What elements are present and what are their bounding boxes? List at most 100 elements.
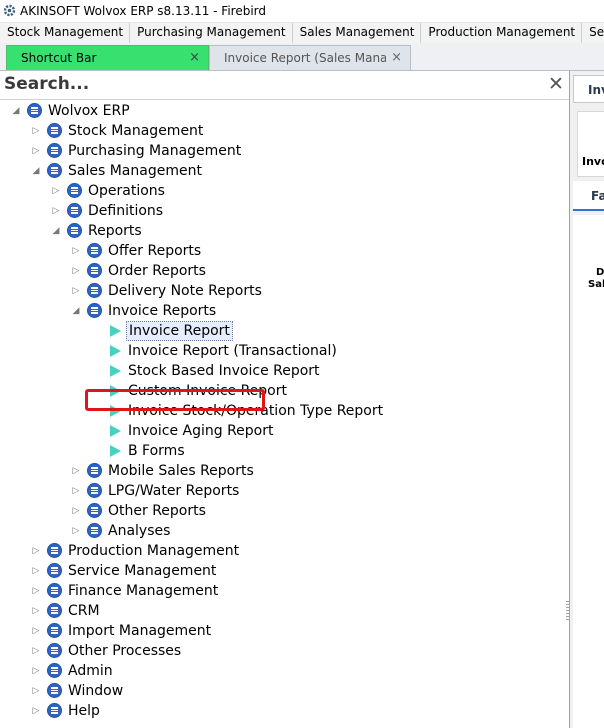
collapsed-arrow-icon[interactable]: ▷ (31, 581, 41, 601)
report-arrow-icon (110, 325, 121, 337)
collapsed-arrow-icon[interactable]: ▷ (71, 521, 81, 541)
tree-item-label: Production Management (68, 543, 240, 559)
collapsed-arrow-icon[interactable]: ▷ (51, 181, 61, 201)
collapsed-arrow-icon[interactable]: ▷ (31, 681, 41, 701)
collapsed-arrow-icon[interactable]: ▷ (71, 481, 81, 501)
tree-item-label: Operations (88, 183, 165, 199)
menu-service-management[interactable]: Service Management (582, 23, 604, 43)
tree-item-label: Invoice Aging Report (128, 423, 274, 439)
menu-node-icon (67, 183, 82, 198)
tree-item-label: LPG/Water Reports (108, 483, 240, 499)
title-bar: AKINSOFT Wolvox ERP s8.13.11 - Firebird (0, 0, 604, 22)
close-icon[interactable]: × (189, 46, 200, 70)
expanded-arrow-icon[interactable]: ◢ (71, 301, 81, 321)
collapsed-arrow-icon[interactable]: ▷ (31, 661, 41, 681)
favorite-label: D (596, 267, 604, 278)
tree-item-label: Stock Management (68, 123, 204, 139)
collapsed-arrow-icon[interactable]: ▷ (31, 141, 41, 161)
search-bar: ✕ (0, 71, 569, 100)
collapsed-arrow-icon[interactable]: ▷ (51, 201, 61, 221)
collapsed-arrow-icon[interactable]: ▷ (71, 241, 81, 261)
tab-label: Invoice Report (Sales Management) (224, 51, 386, 65)
menu-node-icon (47, 543, 62, 558)
tree-item-label: Other Processes (68, 643, 182, 659)
gear-icon (3, 4, 16, 17)
close-icon[interactable]: ✕ (548, 73, 564, 95)
tree-item-label: Offer Reports (108, 243, 202, 259)
collapsed-arrow-icon[interactable]: ▷ (31, 701, 41, 721)
report-arrow-icon (110, 365, 121, 377)
tree-item-label: Purchasing Management (68, 143, 242, 159)
tree-item-label: Admin (68, 663, 113, 679)
tree-item-label: Invoice Report (126, 321, 233, 341)
tree-item-label: Service Management (68, 563, 217, 579)
menu-node-icon (87, 303, 102, 318)
menu-production-management[interactable]: Production Management (421, 23, 583, 43)
collapsed-arrow-icon[interactable]: ▷ (31, 561, 41, 581)
tree-item-label: Stock Based Invoice Report (128, 363, 320, 379)
tab-shortcut-bar[interactable]: Shortcut Bar × (6, 45, 209, 70)
collapsed-arrow-icon[interactable]: ▷ (71, 461, 81, 481)
expanded-arrow-icon[interactable]: ◢ (11, 101, 21, 121)
menu-node-icon (27, 103, 42, 118)
menu-node-icon (87, 263, 102, 278)
tree-item-label: Reports (88, 223, 142, 239)
tree-item-label: Order Reports (108, 263, 206, 279)
menu-node-icon (87, 243, 102, 258)
collapsed-arrow-icon[interactable]: ▷ (71, 261, 81, 281)
menu-node-icon (47, 163, 62, 178)
menu-node-icon (47, 563, 62, 578)
expanded-arrow-icon[interactable]: ◢ (51, 221, 61, 241)
menu-node-icon (87, 463, 102, 478)
tab-label: Shortcut Bar (21, 51, 97, 65)
tree-item-label: Window (68, 683, 124, 699)
tree-item-label: Sales Management (68, 163, 202, 179)
menu-node-icon (87, 283, 102, 298)
menu-node-icon (47, 643, 62, 658)
menu-node-icon (47, 603, 62, 618)
menu-stock-management[interactable]: Stock Management (0, 23, 131, 43)
tree-item-label: Other Reports (108, 503, 206, 519)
menu-node-icon (47, 703, 62, 718)
menu-node-icon (87, 523, 102, 538)
report-arrow-icon (110, 345, 121, 357)
menu-node-icon (47, 623, 62, 638)
tree-item-label: B Forms (128, 443, 185, 459)
favorites-area (573, 215, 604, 728)
tree-item-label: Finance Management (68, 583, 219, 599)
collapsed-arrow-icon[interactable]: ▷ (31, 541, 41, 561)
tab-invoice[interactable]: Inv (573, 75, 604, 103)
collapsed-arrow-icon[interactable]: ▷ (71, 281, 81, 301)
tab-invoice-report[interactable]: Invoice Report (Sales Management) × (209, 45, 411, 70)
tree-item-label: Delivery Note Reports (108, 283, 262, 299)
menu-node-icon (67, 203, 82, 218)
shortcut-bar-panel: ✕ ◢ Wolvox ERP ▷ Stock Management ▷ Purc… (0, 71, 570, 728)
close-icon[interactable]: × (391, 46, 402, 70)
menu-node-icon (47, 123, 62, 138)
menu-purchasing-management[interactable]: Purchasing Management (130, 23, 293, 43)
report-arrow-icon (110, 425, 121, 437)
tab-strip: Shortcut Bar × Invoice Report (Sales Man… (0, 43, 604, 71)
collapsed-arrow-icon[interactable]: ▷ (31, 121, 41, 141)
tab-favorites[interactable]: Fav (573, 181, 604, 211)
menu-node-icon (87, 503, 102, 518)
window-title: AKINSOFT Wolvox ERP s8.13.11 - Firebird (20, 4, 267, 18)
report-panel: Inv Invo Fav D Sal (570, 71, 604, 728)
collapsed-arrow-icon[interactable]: ▷ (31, 641, 41, 661)
splitter-handle[interactable] (566, 601, 569, 621)
collapsed-arrow-icon[interactable]: ▷ (71, 501, 81, 521)
highlight-box (85, 389, 265, 411)
search-input[interactable] (4, 72, 524, 96)
menu-sales-management[interactable]: Sales Management (293, 23, 422, 43)
report-tile-label: Invo (582, 155, 604, 168)
collapsed-arrow-icon[interactable]: ▷ (31, 601, 41, 621)
tree-item-label: Invoice Reports (108, 303, 217, 319)
favorite-label: Sal (588, 279, 604, 290)
expanded-arrow-icon[interactable]: ◢ (31, 161, 41, 181)
menu-node-icon (47, 663, 62, 678)
collapsed-arrow-icon[interactable]: ▷ (31, 621, 41, 641)
tree-item-label: Definitions (88, 203, 164, 219)
tree-item-label: Invoice Report (Transactional) (128, 343, 337, 359)
tree-item-label: Help (68, 703, 100, 719)
report-arrow-icon (110, 445, 121, 457)
